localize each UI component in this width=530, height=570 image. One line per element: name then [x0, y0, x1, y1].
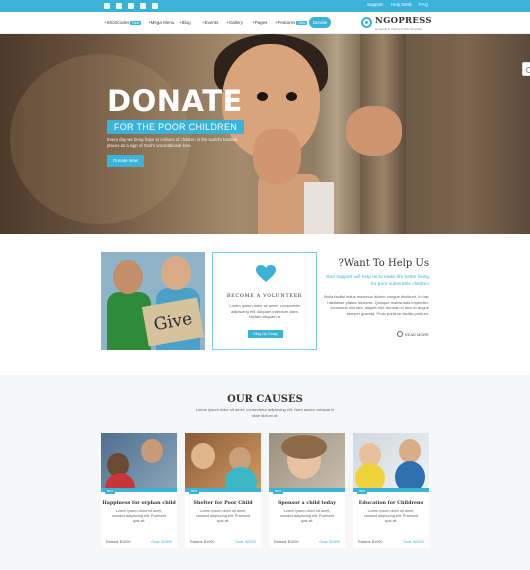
- cause-card[interactable]: 60% Shelter for Poor Child Lorem ipsum d…: [185, 433, 261, 548]
- volunteer-title: BECOME A VOLUNTEER: [226, 293, 303, 299]
- cause-card[interactable]: 60% Sponsor a child today Lorem ipsum do…: [269, 433, 345, 548]
- new-badge: New: [130, 21, 142, 25]
- cause-raised: Raised: $1000: [106, 540, 131, 544]
- cause-photo: [101, 433, 177, 491]
- cause-description: Lorem ipsum dolor sit amet, consect adip…: [111, 509, 167, 524]
- nav-item-shortcodes[interactable]: +Shortcodes New: [104, 20, 142, 25]
- cause-goal: Goal: $2500: [319, 540, 340, 544]
- shirt-image: [355, 463, 385, 491]
- nav-item-features[interactable]: +Features New: [275, 20, 308, 25]
- cause-goal: Goal: $2500: [151, 540, 172, 544]
- nav-item-blog[interactable]: +Blog: [179, 20, 191, 25]
- child-image: [191, 443, 215, 469]
- cause-raised: Raised: $1000: [358, 540, 383, 544]
- donate-now-button[interactable]: Donate Now: [107, 155, 144, 167]
- sign-up-button[interactable]: Sing Up Today: [248, 330, 283, 338]
- read-more-label: READ MORE: [404, 332, 429, 337]
- cause-title[interactable]: Shelter for Poor Child: [185, 500, 261, 506]
- nav-item-mega-menu[interactable]: +Mega Menu: [148, 20, 174, 25]
- globe-logo-icon[interactable]: [361, 17, 372, 28]
- volunteer-kids-image: Give: [101, 252, 205, 350]
- causes-title: OUR CAUSES: [227, 394, 303, 405]
- main-nav: +Shortcodes New +Mega Menu +Blog +Events …: [0, 12, 530, 34]
- faq-link[interactable]: FAQ: [419, 2, 428, 7]
- logo-tagline: Nonprofit & Charity HTML Template: [375, 27, 423, 31]
- help-subtitle: Your support will help us to make life b…: [325, 275, 429, 287]
- cause-description: Lorem ipsum dolor sit amet, consect adip…: [279, 509, 335, 524]
- help-title: ?Want To Help Us: [338, 258, 429, 269]
- support-link[interactable]: Support: [367, 2, 383, 7]
- cause-title[interactable]: Sponsor a child today: [269, 500, 345, 506]
- kid-face-image: [161, 256, 191, 290]
- nav-item-gallery[interactable]: +Gallery: [226, 20, 243, 25]
- nav-item-events[interactable]: +Events: [202, 20, 218, 25]
- progress-percent: 60%: [273, 488, 283, 494]
- cause-title[interactable]: Happiness for orphan child: [101, 500, 177, 506]
- hero-description: Every day we bring hope to millions of c…: [107, 137, 238, 148]
- cause-photo: [185, 433, 261, 491]
- nav-item-label: Pages: [254, 20, 268, 25]
- cause-raised: Raised: $1000: [274, 540, 299, 544]
- nav-item-label: Blog: [181, 20, 191, 25]
- shirt-image: [395, 461, 425, 491]
- nav-item-label: Features: [277, 20, 296, 25]
- read-more-link[interactable]: READ MORE: [397, 331, 429, 337]
- nav-item-label: Events: [204, 20, 219, 25]
- cause-photo: [269, 433, 345, 491]
- child-image: [399, 439, 421, 463]
- donate-nav-button[interactable]: Donate: [309, 17, 331, 28]
- kid-face-image: [113, 260, 143, 294]
- hero-banner: DONATE FOR THE POOR CHILDREN Every day w…: [0, 34, 530, 234]
- progress-percent: 60%: [105, 488, 115, 494]
- help-body: Nulla facilisi tellus maximus dictum con…: [324, 294, 429, 316]
- causes-subtitle: Lorem ipsum dolor sit amet, consectetur …: [195, 407, 335, 418]
- facebook-icon[interactable]: [116, 3, 122, 9]
- googleplus-icon[interactable]: [128, 3, 134, 9]
- progress-percent: 60%: [189, 488, 199, 494]
- hair-image: [281, 435, 327, 459]
- volunteer-box: BECOME A VOLUNTEER Lorem ipsum dolor sit…: [212, 252, 317, 350]
- cause-title[interactable]: Education for Childrens: [353, 500, 429, 506]
- cause-goal: Goal: $2500: [403, 540, 424, 544]
- cause-description: Lorem ipsum dolor sit amet, consect adip…: [195, 509, 251, 524]
- child-shirt-image: [304, 182, 334, 234]
- child-eye-image: [286, 92, 297, 101]
- settings-tab-icon[interactable]: [522, 62, 530, 76]
- nav-item-label: Gallery: [228, 20, 243, 25]
- nav-item-label: Shortcodes: [106, 20, 130, 25]
- cause-card[interactable]: 60% Education for Childrens Lorem ipsum …: [353, 433, 429, 548]
- hero-ribbon: FOR THE POOR CHILDREN: [107, 120, 244, 134]
- child-eye-image: [257, 92, 268, 101]
- cause-goal: Goal: $2500: [235, 540, 256, 544]
- heart-hands-icon: [256, 265, 276, 282]
- volunteer-description: Lorem ipsum dolor sit amet, consectetur …: [229, 303, 301, 320]
- nav-item-pages[interactable]: +Pages: [252, 20, 267, 25]
- hero-title: DONATE: [107, 84, 243, 118]
- new-badge: New: [296, 21, 308, 25]
- cause-raised: Raised: $1000: [190, 540, 215, 544]
- progress-percent: 60%: [357, 488, 367, 494]
- cause-description: Lorem ipsum dolor sit amet, consect adip…: [363, 509, 419, 524]
- facebook-icon[interactable]: [152, 3, 158, 9]
- child-hand-image: [253, 129, 301, 184]
- cause-card[interactable]: 60% Happiness for orphan child Lorem ips…: [101, 433, 177, 548]
- child-hand-image: [346, 106, 402, 156]
- top-bar: Support Help Desk FAQ: [0, 0, 530, 12]
- nav-item-label: Mega Menu: [150, 20, 175, 25]
- twitter-icon[interactable]: [104, 3, 110, 9]
- linkedin-icon[interactable]: [140, 3, 146, 9]
- help-desk-link[interactable]: Help Desk: [391, 2, 412, 7]
- site-logo[interactable]: NGOPRESS: [375, 16, 432, 26]
- cause-photo: [353, 433, 429, 491]
- adult-image: [141, 439, 163, 463]
